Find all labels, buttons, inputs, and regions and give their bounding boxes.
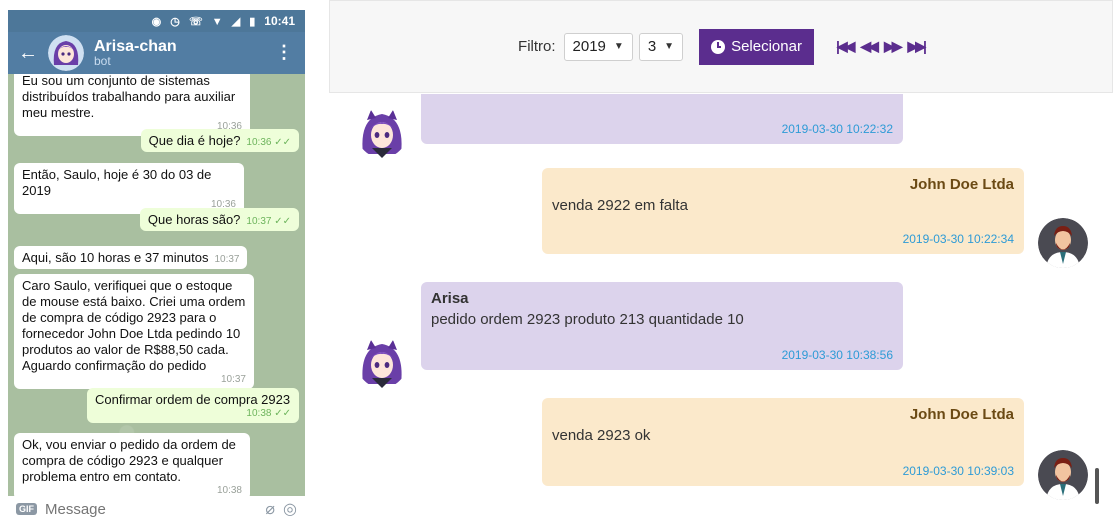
message-text: Confirmar ordem de compra 2923 <box>95 392 291 407</box>
month-select[interactable]: 3 ▼ <box>638 32 684 61</box>
chevron-down-icon: ▼ <box>613 41 624 52</box>
message-in: Então, Saulo, hoje é 30 do 03 de 2019 10… <box>14 163 244 214</box>
web-dashboard: Filtro: 2019 ▼ 3 ▼ Selecionar |◀◀ ◀◀ ▶▶ … <box>329 0 1113 522</box>
message-text: venda 2922 em falta <box>552 197 688 214</box>
chat-header: ← Arisa-chan bot ⋮ <box>8 32 305 74</box>
status-icons: ◉ ◷ ☏ ▼ ◢ ▮ <box>151 15 259 28</box>
message-in: Aqui, são 10 horas e 37 minutos 10:37 <box>14 246 248 269</box>
more-vertical-icon[interactable]: ⋮ <box>275 42 293 63</box>
user-avatar <box>1038 450 1088 500</box>
message-text: Que horas são? <box>147 212 241 227</box>
message-text: Ok, vou enviar o pedido da ordem de comp… <box>22 437 236 484</box>
message-time: 10:37 <box>214 254 240 265</box>
year-value: 2019 <box>572 38 606 55</box>
message-text: venda 2923 ok <box>552 427 651 444</box>
message-timestamp: 2019-03-30 10:22:32 <box>781 122 893 136</box>
telegram-chat-area[interactable]: Eu sou um conjunto de sistemas distribuí… <box>8 74 305 496</box>
message-time: 10:38 <box>216 485 242 496</box>
chat-name: Arisa-chan <box>94 37 177 55</box>
message-text: Eu sou um conjunto de sistemas distribuí… <box>22 74 236 120</box>
user-avatar <box>1038 218 1088 268</box>
clock-icon <box>711 39 726 54</box>
message-bubble-user: John Doe Ltda venda 2923 ok 2019-03-30 1… <box>542 398 1024 486</box>
bot-avatar <box>357 108 407 158</box>
chat-subtitle: bot <box>94 54 111 69</box>
message-text: pedido ordem 2923 produto 213 quantidade… <box>431 311 744 328</box>
conversation-log[interactable]: 2019-03-30 10:22:32 John Doe Ltda venda … <box>329 94 1113 522</box>
paperclip-icon[interactable]: ⌀ <box>265 499 275 519</box>
message-input[interactable] <box>45 500 258 518</box>
double-check-icon: ✓✓ <box>274 408 291 419</box>
double-check-icon: ✓✓ <box>274 137 291 148</box>
message-time: 10:37 ✓✓ <box>246 216 291 228</box>
message-text: Que dia é hoje? <box>148 133 241 148</box>
message-bubble-bot: 2019-03-30 10:22:32 <box>421 94 903 144</box>
message-in: Caro Saulo, verifiquei que o estoque de … <box>14 274 254 389</box>
select-button-label: Selecionar <box>731 38 802 55</box>
status-bar: ◉ ◷ ☏ ▼ ◢ ▮ 10:41 <box>8 10 305 32</box>
filter-bar: Filtro: 2019 ▼ 3 ▼ Selecionar |◀◀ ◀◀ ▶▶ … <box>329 0 1113 93</box>
message-timestamp: 2019-03-30 10:39:03 <box>902 464 1014 478</box>
message-timestamp: 2019-03-30 10:22:34 <box>902 232 1014 246</box>
message-out: Que dia é hoje? 10:36 ✓✓ <box>140 129 299 152</box>
chat-title[interactable]: Arisa-chan bot <box>94 38 177 69</box>
message-text: Então, Saulo, hoje é 30 do 03 de 2019 <box>22 167 212 198</box>
message-in: Eu sou um conjunto de sistemas distribuí… <box>14 74 250 136</box>
skip-first-icon[interactable]: |◀◀ <box>836 38 856 55</box>
message-time-value: 10:37 <box>246 216 272 227</box>
fast-forward-icon[interactable]: ▶▶ <box>884 38 902 55</box>
status-time: 10:41 <box>264 14 295 28</box>
message-time: 10:38 ✓✓ <box>95 408 291 420</box>
back-arrow-icon[interactable]: ← <box>8 42 48 65</box>
message-time-value: 10:38 <box>246 408 272 419</box>
filter-label: Filtro: <box>518 38 556 55</box>
message-bubble-user: John Doe Ltda venda 2922 em falta 2019-0… <box>542 168 1024 254</box>
camera-icon[interactable]: ◎ <box>283 499 297 519</box>
scrollbar-thumb[interactable] <box>1095 468 1099 504</box>
message-time-value: 10:36 <box>246 137 272 148</box>
telegram-phone: ◉ ◷ ☏ ▼ ◢ ▮ 10:41 ← Arisa-chan bot ⋮ Eu … <box>8 10 305 522</box>
rewind-icon[interactable]: ◀◀ <box>860 38 878 55</box>
double-check-icon: ✓✓ <box>274 216 291 227</box>
message-bubble-bot: Arisa pedido ordem 2923 produto 213 quan… <box>421 282 903 370</box>
message-out: Confirmar ordem de compra 2923 10:38 ✓✓ <box>87 388 299 423</box>
bot-avatar <box>357 338 407 388</box>
message-text: Caro Saulo, verifiquei que o estoque de … <box>22 278 246 373</box>
sender-name: Arisa <box>431 290 469 307</box>
message-compose-bar: GIF ⌀ ◎ <box>8 496 305 522</box>
sender-name: John Doe Ltda <box>909 406 1014 423</box>
gif-icon[interactable]: GIF <box>16 503 37 515</box>
month-value: 3 <box>647 38 657 55</box>
message-time: 10:36 ✓✓ <box>246 137 291 149</box>
message-text: Aqui, são 10 horas e 37 minutos <box>22 250 209 265</box>
sender-name: John Doe Ltda <box>909 176 1014 193</box>
select-button[interactable]: Selecionar <box>699 28 814 65</box>
pagination-controls: |◀◀ ◀◀ ▶▶ ▶▶| <box>836 38 928 55</box>
chevron-down-icon: ▼ <box>664 41 675 52</box>
year-select[interactable]: 2019 ▼ <box>563 32 633 61</box>
message-timestamp: 2019-03-30 10:38:56 <box>781 348 893 362</box>
message-out: Que horas são? 10:37 ✓✓ <box>139 208 299 231</box>
message-time: 10:37 <box>220 374 246 385</box>
message-in: Ok, vou enviar o pedido da ordem de comp… <box>14 433 250 496</box>
skip-last-icon[interactable]: ▶▶| <box>908 38 928 55</box>
bot-avatar[interactable] <box>48 35 84 71</box>
